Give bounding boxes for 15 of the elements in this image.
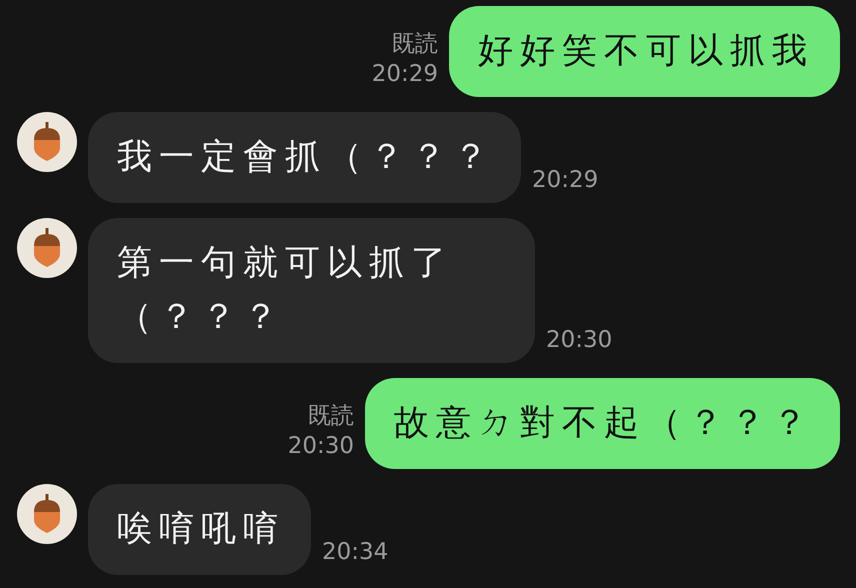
message-bubble: 第一句就可以抓了（？？？ bbox=[88, 218, 535, 363]
message-time: 20:29 bbox=[372, 60, 438, 89]
acorn-icon bbox=[32, 228, 62, 268]
message-time: 20:30 bbox=[288, 432, 354, 461]
read-receipt: 既読 bbox=[308, 402, 354, 431]
acorn-icon bbox=[32, 494, 62, 534]
acorn-icon bbox=[32, 122, 62, 162]
message-time: 20:34 bbox=[322, 538, 388, 567]
message-time: 20:29 bbox=[532, 166, 598, 195]
message-bubble: 唉唷吼唷 bbox=[88, 484, 311, 575]
message-bubble: 我一定會抓（？？？ bbox=[88, 112, 521, 203]
message-bubble: 故意ㄉ對不起（？？？ bbox=[365, 378, 840, 469]
read-receipt: 既読 bbox=[392, 30, 438, 59]
message-bubble: 好好笑不可以抓我 bbox=[449, 6, 840, 97]
message-time: 20:30 bbox=[546, 326, 612, 355]
